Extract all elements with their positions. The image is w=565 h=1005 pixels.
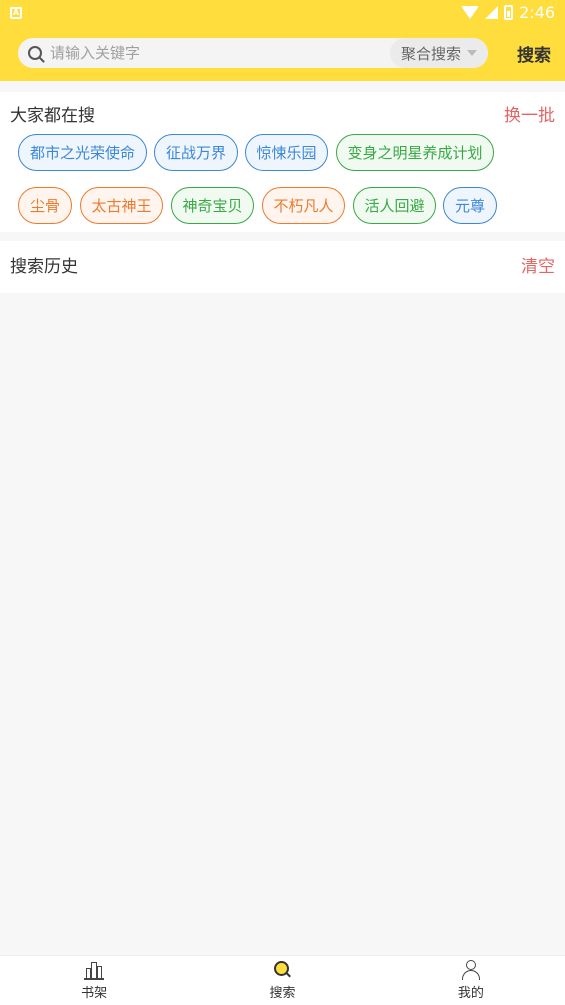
hot-chip[interactable]: 神奇宝贝 xyxy=(171,187,254,224)
search-history-title: 搜索历史 xyxy=(10,256,78,277)
nav-item-mine[interactable]: 我的 xyxy=(377,956,565,1005)
search-input[interactable] xyxy=(50,44,380,62)
app-screen: A 2:46 聚合搜索 搜索 大家都在搜 换一批 都市之光荣使命 征战万界 惊悚… xyxy=(0,0,565,1005)
status-time: 2:46 xyxy=(519,3,555,22)
search-mode-dropdown[interactable]: 聚合搜索 xyxy=(390,38,488,68)
hot-chip[interactable]: 元尊 xyxy=(443,187,497,224)
chevron-down-icon xyxy=(467,50,477,56)
search-history-section: 搜索历史 清空 xyxy=(0,241,565,293)
nav-item-search[interactable]: 搜索 xyxy=(188,956,376,1005)
nav-label-shelf: 书架 xyxy=(81,986,108,1001)
hot-chip-list: 都市之光荣使命 征战万界 惊悚乐园 变身之明星养成计划 尘骨 太古神王 神奇宝贝… xyxy=(0,92,565,232)
status-right: 2:46 xyxy=(461,3,555,22)
nav-item-shelf[interactable]: 书架 xyxy=(0,956,188,1005)
hot-chip[interactable]: 征战万界 xyxy=(154,134,238,171)
hot-chip[interactable]: 变身之明星养成计划 xyxy=(336,134,494,171)
search-mode-label: 聚合搜索 xyxy=(400,44,461,63)
signal-icon xyxy=(485,6,499,19)
hot-chip[interactable]: 活人回避 xyxy=(353,187,436,224)
notification-icon: A xyxy=(10,6,22,19)
wifi-icon xyxy=(461,6,480,19)
hot-chip[interactable]: 太古神王 xyxy=(80,187,163,224)
nav-label-search: 搜索 xyxy=(269,986,296,1001)
status-bar: A 2:46 xyxy=(0,0,565,25)
search-tab-icon xyxy=(272,960,292,980)
hot-chip[interactable]: 不朽凡人 xyxy=(262,187,345,224)
battery-icon xyxy=(504,5,514,20)
hot-chip[interactable]: 都市之光荣使命 xyxy=(18,134,147,171)
bookshelf-icon xyxy=(84,960,105,980)
search-button[interactable]: 搜索 xyxy=(517,41,551,66)
hot-searches-section: 大家都在搜 换一批 都市之光荣使命 征战万界 惊悚乐园 变身之明星养成计划 尘骨… xyxy=(0,92,565,232)
search-history-header: 搜索历史 清空 xyxy=(10,241,555,287)
hot-chip[interactable]: 尘骨 xyxy=(18,187,72,224)
search-box[interactable]: 聚合搜索 xyxy=(18,38,488,68)
bottom-nav: 书架 搜索 我的 xyxy=(0,955,565,1005)
search-icon xyxy=(28,46,42,60)
clear-history-button[interactable]: 清空 xyxy=(521,252,555,277)
person-icon xyxy=(461,960,481,980)
nav-label-mine: 我的 xyxy=(457,986,484,1001)
search-header: 聚合搜索 搜索 xyxy=(0,25,565,81)
hot-chip[interactable]: 惊悚乐园 xyxy=(245,134,328,171)
